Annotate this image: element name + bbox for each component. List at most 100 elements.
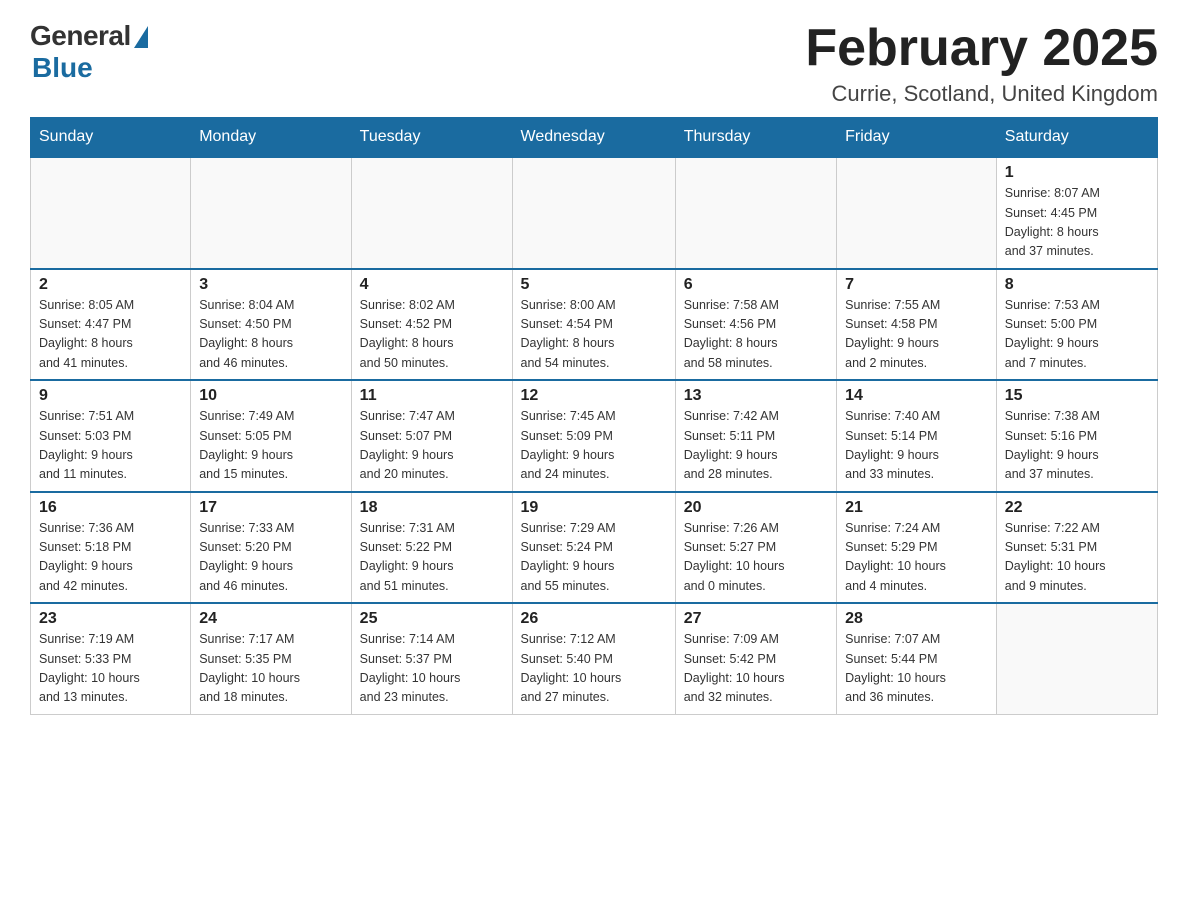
- calendar-day-cell: [996, 603, 1157, 714]
- day-info: Sunrise: 7:47 AMSunset: 5:07 PMDaylight:…: [360, 407, 504, 485]
- calendar-day-cell: [351, 157, 512, 269]
- day-number: 27: [684, 610, 828, 628]
- day-info: Sunrise: 7:14 AMSunset: 5:37 PMDaylight:…: [360, 630, 504, 708]
- month-title: February 2025: [805, 20, 1158, 77]
- calendar-day-cell: [675, 157, 836, 269]
- day-number: 19: [521, 499, 667, 517]
- day-info: Sunrise: 7:40 AMSunset: 5:14 PMDaylight:…: [845, 407, 988, 485]
- calendar-week-row: 23 Sunrise: 7:19 AMSunset: 5:33 PMDayligh…: [31, 603, 1158, 714]
- calendar-day-cell: 6Sunrise: 7:58 AMSunset: 4:56 PMDaylight…: [675, 269, 836, 381]
- calendar-day-cell: 16 Sunrise: 7:36 AMSunset: 5:18 PMDayligh…: [31, 492, 191, 604]
- calendar-day-cell: 5 Sunrise: 8:00 AMSunset: 4:54 PMDaylight…: [512, 269, 675, 381]
- calendar-day-cell: 9 Sunrise: 7:51 AMSunset: 5:03 PMDaylight…: [31, 380, 191, 492]
- calendar-day-cell: 12 Sunrise: 7:45 AMSunset: 5:09 PMDayligh…: [512, 380, 675, 492]
- calendar-day-cell: 21Sunrise: 7:24 AMSunset: 5:29 PMDayligh…: [837, 492, 997, 604]
- calendar-header-tuesday: Tuesday: [351, 118, 512, 158]
- day-info: Sunrise: 7:36 AMSunset: 5:18 PMDaylight:…: [39, 519, 182, 597]
- calendar-day-cell: 23 Sunrise: 7:19 AMSunset: 5:33 PMDayligh…: [31, 603, 191, 714]
- day-number: 11: [360, 387, 504, 405]
- calendar-header-saturday: Saturday: [996, 118, 1157, 158]
- calendar-table: SundayMondayTuesdayWednesdayThursdayFrid…: [30, 117, 1158, 715]
- day-info: Sunrise: 7:45 AMSunset: 5:09 PMDaylight:…: [521, 407, 667, 485]
- day-info: Sunrise: 7:26 AMSunset: 5:27 PMDaylight:…: [684, 519, 828, 597]
- day-info: Sunrise: 7:33 AMSunset: 5:20 PMDaylight:…: [199, 519, 342, 597]
- calendar-header-row: SundayMondayTuesdayWednesdayThursdayFrid…: [31, 118, 1158, 158]
- day-number: 26: [521, 610, 667, 628]
- day-number: 28: [845, 610, 988, 628]
- calendar-day-cell: 8 Sunrise: 7:53 AMSunset: 5:00 PMDaylight…: [996, 269, 1157, 381]
- day-number: 20: [684, 499, 828, 517]
- day-info: Sunrise: 7:55 AMSunset: 4:58 PMDaylight:…: [845, 296, 988, 374]
- day-info: Sunrise: 8:04 AMSunset: 4:50 PMDaylight:…: [199, 296, 342, 374]
- calendar-header-monday: Monday: [191, 118, 351, 158]
- day-number: 22: [1005, 499, 1149, 517]
- calendar-day-cell: 11 Sunrise: 7:47 AMSunset: 5:07 PMDayligh…: [351, 380, 512, 492]
- day-number: 6: [684, 276, 828, 294]
- calendar-day-cell: 26 Sunrise: 7:12 AMSunset: 5:40 PMDayligh…: [512, 603, 675, 714]
- calendar-week-row: 2 Sunrise: 8:05 AMSunset: 4:47 PMDaylight…: [31, 269, 1158, 381]
- day-number: 23: [39, 610, 182, 628]
- day-number: 18: [360, 499, 504, 517]
- day-info: Sunrise: 7:12 AMSunset: 5:40 PMDaylight:…: [521, 630, 667, 708]
- day-info: Sunrise: 7:51 AMSunset: 5:03 PMDaylight:…: [39, 407, 182, 485]
- title-section: February 2025 Currie, Scotland, United K…: [805, 20, 1158, 107]
- day-number: 5: [521, 276, 667, 294]
- calendar-day-cell: 13 Sunrise: 7:42 AMSunset: 5:11 PMDayligh…: [675, 380, 836, 492]
- calendar-day-cell: [191, 157, 351, 269]
- calendar-header-friday: Friday: [837, 118, 997, 158]
- day-info: Sunrise: 7:42 AMSunset: 5:11 PMDaylight:…: [684, 407, 828, 485]
- day-number: 9: [39, 387, 182, 405]
- day-number: 25: [360, 610, 504, 628]
- day-number: 24: [199, 610, 342, 628]
- day-number: 17: [199, 499, 342, 517]
- day-number: 14: [845, 387, 988, 405]
- calendar-day-cell: [31, 157, 191, 269]
- day-info: Sunrise: 7:09 AMSunset: 5:42 PMDaylight:…: [684, 630, 828, 708]
- day-number: 4: [360, 276, 504, 294]
- day-info: Sunrise: 7:19 AMSunset: 5:33 PMDaylight:…: [39, 630, 182, 708]
- day-info: Sunrise: 8:00 AMSunset: 4:54 PMDaylight:…: [521, 296, 667, 374]
- calendar-day-cell: 1 Sunrise: 8:07 AMSunset: 4:45 PMDaylight…: [996, 157, 1157, 269]
- day-number: 15: [1005, 387, 1149, 405]
- day-info: Sunrise: 8:02 AMSunset: 4:52 PMDaylight:…: [360, 296, 504, 374]
- calendar-day-cell: 28 Sunrise: 7:07 AMSunset: 5:44 PMDayligh…: [837, 603, 997, 714]
- calendar-header-sunday: Sunday: [31, 118, 191, 158]
- day-info: Sunrise: 7:07 AMSunset: 5:44 PMDaylight:…: [845, 630, 988, 708]
- calendar-week-row: 16 Sunrise: 7:36 AMSunset: 5:18 PMDayligh…: [31, 492, 1158, 604]
- calendar-day-cell: 7Sunrise: 7:55 AMSunset: 4:58 PMDaylight…: [837, 269, 997, 381]
- calendar-day-cell: 4 Sunrise: 8:02 AMSunset: 4:52 PMDaylight…: [351, 269, 512, 381]
- day-number: 1: [1005, 164, 1149, 182]
- calendar-day-cell: [512, 157, 675, 269]
- calendar-day-cell: 2 Sunrise: 8:05 AMSunset: 4:47 PMDaylight…: [31, 269, 191, 381]
- calendar-day-cell: 24Sunrise: 7:17 AMSunset: 5:35 PMDayligh…: [191, 603, 351, 714]
- day-number: 10: [199, 387, 342, 405]
- page-header: General Blue February 2025 Currie, Scotl…: [30, 20, 1158, 107]
- logo-triangle-icon: [134, 26, 148, 48]
- logo-general-text: General: [30, 20, 131, 52]
- day-info: Sunrise: 7:49 AMSunset: 5:05 PMDaylight:…: [199, 407, 342, 485]
- calendar-day-cell: 15Sunrise: 7:38 AMSunset: 5:16 PMDayligh…: [996, 380, 1157, 492]
- calendar-day-cell: 18 Sunrise: 7:31 AMSunset: 5:22 PMDayligh…: [351, 492, 512, 604]
- day-number: 16: [39, 499, 182, 517]
- calendar-week-row: 1 Sunrise: 8:07 AMSunset: 4:45 PMDaylight…: [31, 157, 1158, 269]
- logo: General Blue: [30, 20, 148, 84]
- calendar-week-row: 9 Sunrise: 7:51 AMSunset: 5:03 PMDaylight…: [31, 380, 1158, 492]
- calendar-day-cell: [837, 157, 997, 269]
- day-info: Sunrise: 8:05 AMSunset: 4:47 PMDaylight:…: [39, 296, 182, 374]
- calendar-day-cell: 22Sunrise: 7:22 AMSunset: 5:31 PMDayligh…: [996, 492, 1157, 604]
- day-number: 2: [39, 276, 182, 294]
- day-number: 12: [521, 387, 667, 405]
- calendar-day-cell: 19 Sunrise: 7:29 AMSunset: 5:24 PMDayligh…: [512, 492, 675, 604]
- logo-blue-text: Blue: [32, 52, 93, 84]
- day-info: Sunrise: 7:29 AMSunset: 5:24 PMDaylight:…: [521, 519, 667, 597]
- calendar-header-thursday: Thursday: [675, 118, 836, 158]
- day-info: Sunrise: 8:07 AMSunset: 4:45 PMDaylight:…: [1005, 184, 1149, 262]
- day-number: 13: [684, 387, 828, 405]
- calendar-day-cell: 3Sunrise: 8:04 AMSunset: 4:50 PMDaylight…: [191, 269, 351, 381]
- calendar-day-cell: 14 Sunrise: 7:40 AMSunset: 5:14 PMDayligh…: [837, 380, 997, 492]
- day-info: Sunrise: 7:31 AMSunset: 5:22 PMDaylight:…: [360, 519, 504, 597]
- day-number: 8: [1005, 276, 1149, 294]
- calendar-day-cell: 25 Sunrise: 7:14 AMSunset: 5:37 PMDayligh…: [351, 603, 512, 714]
- day-info: Sunrise: 7:53 AMSunset: 5:00 PMDaylight:…: [1005, 296, 1149, 374]
- calendar-day-cell: 17 Sunrise: 7:33 AMSunset: 5:20 PMDayligh…: [191, 492, 351, 604]
